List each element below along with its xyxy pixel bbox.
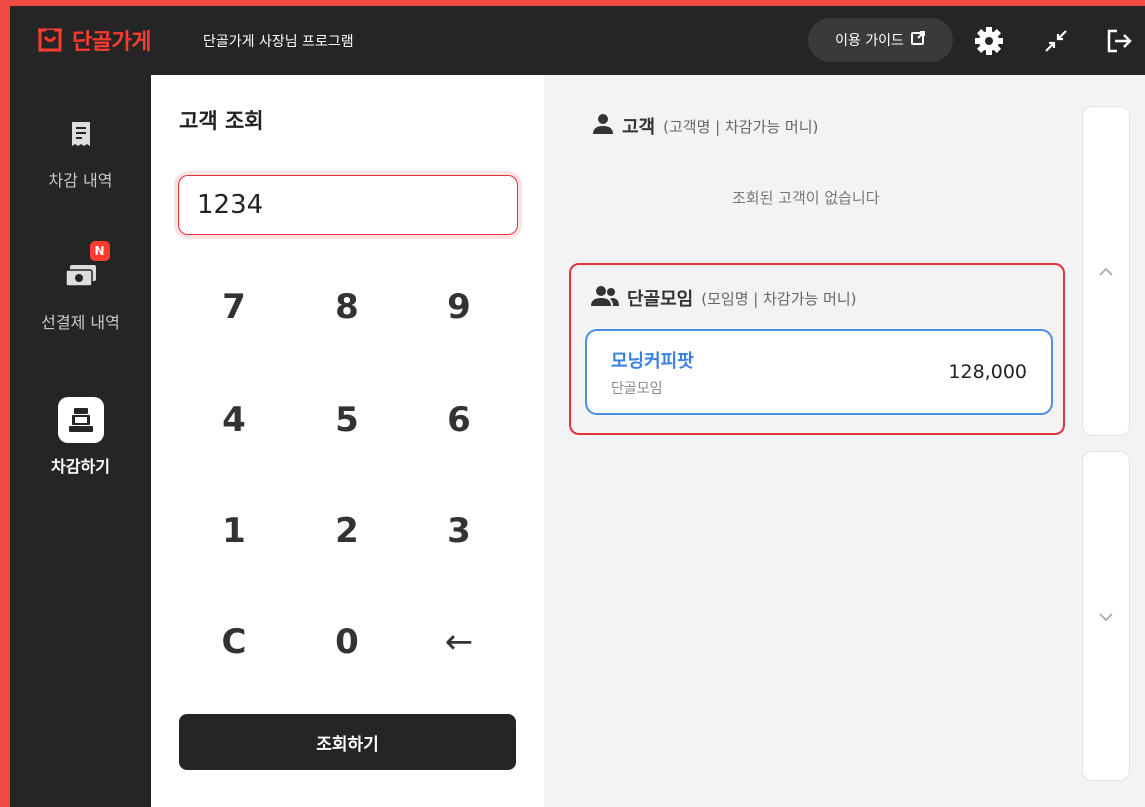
- customer-section-subtitle: (고객명 | 차감가능 머니): [663, 117, 819, 136]
- empty-customer-message: 조회된 고객이 없습니다: [732, 189, 880, 207]
- cash-icon: N: [58, 241, 110, 299]
- customer-section-header: 고객 (고객명 | 차감가능 머니): [592, 113, 818, 139]
- scroll-up-button[interactable]: [1082, 106, 1130, 436]
- receipt-icon: [58, 111, 104, 157]
- new-badge: N: [89, 241, 110, 261]
- person-icon: [592, 113, 614, 139]
- key-5[interactable]: 5: [291, 370, 403, 470]
- group-icon: [591, 285, 619, 311]
- key-9[interactable]: 9: [403, 257, 515, 357]
- logout-icon[interactable]: [1104, 26, 1134, 56]
- search-button[interactable]: 조회하기: [179, 714, 516, 770]
- group-section-title: 단골모임: [627, 289, 694, 310]
- brand-name: 단골가게: [72, 30, 151, 55]
- chevron-down-icon: [1098, 607, 1114, 626]
- gear-icon[interactable]: [974, 26, 1004, 56]
- key-6[interactable]: 6: [403, 370, 515, 470]
- group-section-header: 단골모임 (모임명 | 차감가능 머니): [591, 285, 857, 311]
- chevron-up-icon: [1098, 262, 1114, 281]
- sidebar: 차감 내역 N 선결제 내역 차감하기: [10, 75, 151, 807]
- key-3[interactable]: 3: [403, 481, 515, 581]
- header-bar: 단골가게 단골가게 사장님 프로그램 이용 가이드: [10, 6, 1145, 75]
- sidebar-item-label: 선결제 내역: [41, 313, 120, 332]
- logo: 단골가게: [34, 24, 151, 56]
- key-clear[interactable]: C: [178, 592, 290, 692]
- customer-section-title: 고객: [622, 117, 656, 138]
- key-8[interactable]: 8: [291, 257, 403, 357]
- key-4[interactable]: 4: [178, 370, 290, 470]
- scroll-down-button[interactable]: [1082, 451, 1130, 781]
- results-panel: 고객 (고객명 | 차감가능 머니) 조회된 고객이 없습니다 단골모임 (모임…: [544, 75, 1145, 807]
- key-1[interactable]: 1: [178, 481, 290, 581]
- sidebar-item-label: 차감 내역: [48, 171, 113, 190]
- group-section-subtitle: (모임명 | 차감가능 머니): [701, 289, 857, 308]
- external-link-icon: [910, 30, 926, 50]
- customer-lookup-panel: 고객 조회 7 8 9 4 5 6 1 2 3 C 0 ← 조회하기: [151, 75, 544, 807]
- key-0[interactable]: 0: [291, 592, 403, 692]
- group-section: 단골모임 (모임명 | 차감가능 머니) 모닝커피팟 단골모임 128,000: [569, 263, 1065, 435]
- guide-button-label: 이용 가이드: [835, 33, 904, 49]
- key-7[interactable]: 7: [178, 257, 290, 357]
- group-card[interactable]: 모닝커피팟 단골모임 128,000: [585, 329, 1053, 415]
- cash-register-icon: [57, 397, 104, 443]
- sidebar-item-prepay-history[interactable]: N 선결제 내역: [10, 241, 151, 333]
- group-name: 모닝커피팟: [611, 351, 694, 372]
- guide-button[interactable]: 이용 가이드: [808, 18, 953, 62]
- phone-input[interactable]: [178, 175, 518, 235]
- shop-logo-icon: [34, 26, 66, 54]
- key-backspace[interactable]: ←: [403, 592, 515, 692]
- collapse-icon[interactable]: [1041, 26, 1071, 56]
- app-subtitle: 단골가게 사장님 프로그램: [203, 34, 354, 50]
- sidebar-item-deduct[interactable]: 차감하기: [10, 397, 151, 477]
- key-2[interactable]: 2: [291, 481, 403, 581]
- app-window: 단골가게 단골가게 사장님 프로그램 이용 가이드 차감 내역 N 선결제 내역…: [10, 6, 1145, 807]
- panel-title: 고객 조회: [179, 109, 264, 133]
- sidebar-item-label: 차감하기: [51, 457, 110, 476]
- group-type: 단골모임: [611, 381, 663, 397]
- sidebar-item-deduction-history[interactable]: 차감 내역: [10, 111, 151, 191]
- group-amount: 128,000: [948, 361, 1027, 383]
